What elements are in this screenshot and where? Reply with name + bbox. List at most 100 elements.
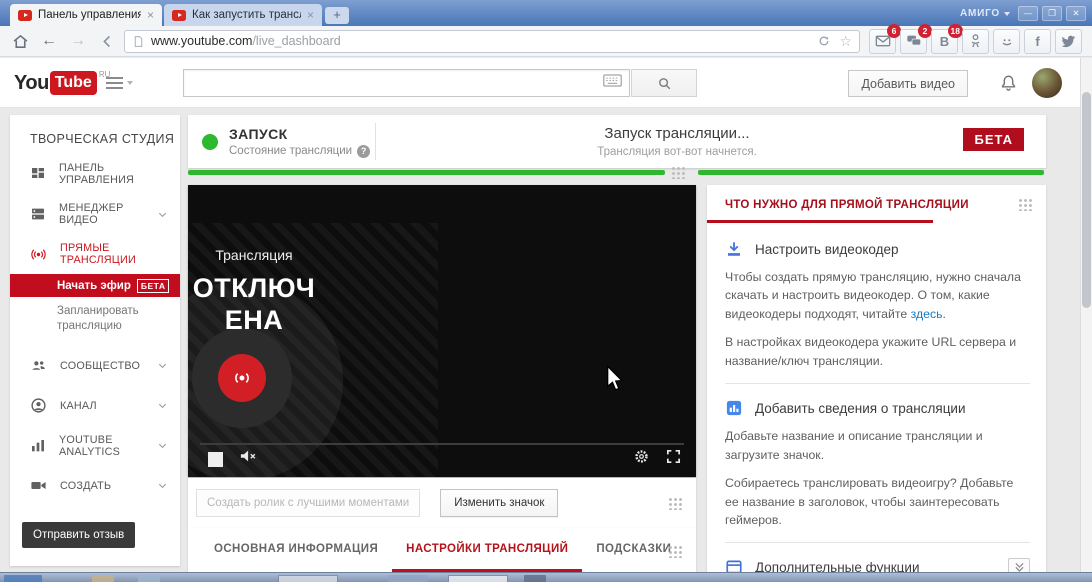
player-controls: [188, 443, 696, 477]
stop-button[interactable]: [208, 452, 223, 467]
player-actions-strip: Создать ролик с лучшими моментами Измени…: [188, 478, 696, 528]
odnoklassniki-button[interactable]: [962, 28, 989, 54]
taskbar-active-item[interactable]: [448, 575, 508, 582]
tab-basic-info[interactable]: ОСНОВНАЯ ИНФОРМАЦИЯ: [200, 528, 392, 572]
search-box: [183, 69, 630, 97]
sidebar-item-channel[interactable]: КАНАЛ: [10, 386, 180, 426]
sidebar-title: ТВОРЧЕСКАЯ СТУДИЯ: [30, 132, 175, 146]
forward-button[interactable]: →: [66, 29, 90, 53]
sidebar-item-label: ПАНЕЛЬ УПРАВЛЕНИЯ: [59, 162, 135, 186]
chat-badge: 2: [918, 23, 932, 38]
sidebar-item-label: ПРЯМЫЕ ТРАНСЛЯЦИИ: [60, 242, 136, 266]
tab-stream-settings[interactable]: НАСТРОЙКИ ТРАНСЛЯЦИЙ: [392, 528, 583, 572]
windows-taskbar[interactable]: [0, 572, 1092, 582]
sidebar-item-label: СООБЩЕСТВО: [60, 359, 141, 372]
hamburger-icon: [106, 77, 123, 89]
change-thumbnail-button[interactable]: Изменить значок: [440, 489, 559, 517]
volume-muted-button[interactable]: [238, 447, 260, 470]
scrollbar-thumb[interactable]: [1082, 92, 1091, 308]
tab-close-icon[interactable]: ×: [307, 8, 314, 22]
chat-button[interactable]: 2: [900, 23, 932, 54]
status-green-dot: [202, 133, 218, 150]
mail-button[interactable]: 6: [869, 23, 901, 54]
reload-icon[interactable]: [817, 34, 831, 48]
search-button[interactable]: [631, 69, 697, 97]
volume-muted-icon: [240, 450, 256, 462]
twitter-button[interactable]: [1055, 28, 1082, 54]
player-settings-button[interactable]: [633, 448, 650, 470]
creator-studio-sidebar: ТВОРЧЕСКАЯ СТУДИЯ ПАНЕЛЬ УПРАВЛЕНИЯ МЕНЕ…: [10, 115, 180, 566]
browser-tab-dashboard[interactable]: Панель управления т ×: [10, 4, 162, 26]
taskbar-item[interactable]: [92, 575, 114, 582]
notifications-bell-icon[interactable]: [999, 73, 1018, 98]
section-paragraph: Собираетесь транслировать видеоигру? Доб…: [725, 476, 1014, 527]
share-button[interactable]: [95, 29, 119, 53]
back-button[interactable]: ←: [37, 29, 61, 53]
window-icon: [726, 560, 742, 572]
video-manager-icon: [32, 208, 44, 220]
facebook-button[interactable]: f: [1024, 28, 1051, 54]
maximize-button[interactable]: ❐: [1042, 6, 1062, 21]
new-tab-button[interactable]: +: [325, 7, 349, 24]
sidebar-item-community[interactable]: СООБЩЕСТВО: [10, 346, 180, 386]
minimize-button[interactable]: —: [1018, 6, 1038, 21]
page-scrollbar[interactable]: [1080, 58, 1092, 572]
fullscreen-button[interactable]: [665, 448, 682, 470]
stream-health-bar-right: [698, 170, 1044, 175]
sidebar-item-live-streaming[interactable]: ПРЯМЫЕ ТРАНСЛЯЦИИ: [10, 234, 180, 274]
chevron-down-icon: [158, 444, 167, 449]
checklist-section-advanced: Дополнительные функции: [725, 558, 1030, 572]
overlay-status: ОТКЛЮЧЕНА: [192, 273, 316, 336]
tab-close-icon[interactable]: ×: [147, 8, 154, 22]
checklist-title: ЧТО НУЖНО ДЛЯ ПРЯМОЙ ТРАНСЛЯЦИИ: [725, 198, 969, 211]
taskbar-item[interactable]: [138, 575, 160, 582]
sidebar-item-dashboard[interactable]: ПАНЕЛЬ УПРАВЛЕНИЯ: [10, 154, 180, 194]
keyboard-icon[interactable]: [596, 74, 629, 92]
player-progress-bar[interactable]: [200, 443, 684, 445]
vk-badge: 18: [947, 23, 963, 38]
browser-menu-button[interactable]: АМИГО: [960, 8, 1010, 19]
sidebar-item-analytics[interactable]: YOUTUBE ANALYTICS: [10, 426, 180, 466]
add-video-button[interactable]: Добавить видео: [848, 70, 968, 97]
section-divider: [725, 542, 1030, 544]
search-input[interactable]: [184, 70, 596, 96]
mail-icon: [875, 35, 890, 47]
drag-handle[interactable]: [668, 545, 682, 558]
close-button[interactable]: ✕: [1066, 6, 1086, 21]
page-icon: [134, 35, 143, 47]
odnoklassniki-icon: [971, 34, 980, 48]
drag-handle[interactable]: [671, 166, 685, 179]
chevron-down-icon: [158, 404, 167, 409]
drag-handle[interactable]: [1018, 198, 1032, 211]
help-icon[interactable]: ?: [357, 144, 371, 158]
taskbar-item[interactable]: [4, 575, 42, 582]
logo-tube: Tube: [49, 71, 97, 95]
send-feedback-button[interactable]: Отправить отзыв: [22, 521, 136, 548]
taskbar-item[interactable]: [388, 575, 428, 582]
youtube-logo[interactable]: You Tube RU: [14, 71, 110, 95]
taskbar-item[interactable]: [278, 575, 338, 582]
address-bar[interactable]: www.youtube.com/live_dashboard ☆: [124, 29, 860, 53]
taskbar-item[interactable]: [524, 575, 546, 582]
here-link[interactable]: здесь: [911, 307, 943, 321]
home-button[interactable]: [8, 29, 32, 53]
vk-button[interactable]: B 18: [931, 23, 963, 54]
live-player[interactable]: Трансляция ОТКЛЮЧЕНА: [188, 185, 696, 477]
sidebar-item-video-manager[interactable]: МЕНЕДЖЕР ВИДЕО: [10, 194, 180, 234]
sidebar-item-create[interactable]: СОЗДАТЬ: [10, 466, 180, 506]
sidebar-subitem-schedule-stream[interactable]: Запланировать трансляцию: [10, 297, 160, 336]
guide-menu-button[interactable]: [106, 77, 133, 89]
myworld-button[interactable]: [993, 28, 1020, 54]
drag-handle[interactable]: [668, 497, 682, 510]
user-avatar[interactable]: [1032, 68, 1062, 98]
sidebar-subitem-start-stream[interactable]: Начать эфир БЕТА: [10, 274, 180, 297]
browser-tab-howto[interactable]: Как запустить трансл ×: [164, 4, 322, 26]
youtube-favicon-icon: [18, 9, 32, 21]
bookmark-star-icon[interactable]: ☆: [839, 33, 852, 50]
create-highlight-button[interactable]: Создать ролик с лучшими моментами: [196, 489, 421, 517]
section-paragraph: В настройках видеокодера укажите URL сер…: [725, 335, 1017, 368]
stream-details-icon: [726, 401, 742, 416]
analytics-icon: [32, 439, 44, 452]
expand-section-button[interactable]: [1008, 558, 1030, 572]
section-heading: Настроить видеокодер: [755, 241, 899, 257]
